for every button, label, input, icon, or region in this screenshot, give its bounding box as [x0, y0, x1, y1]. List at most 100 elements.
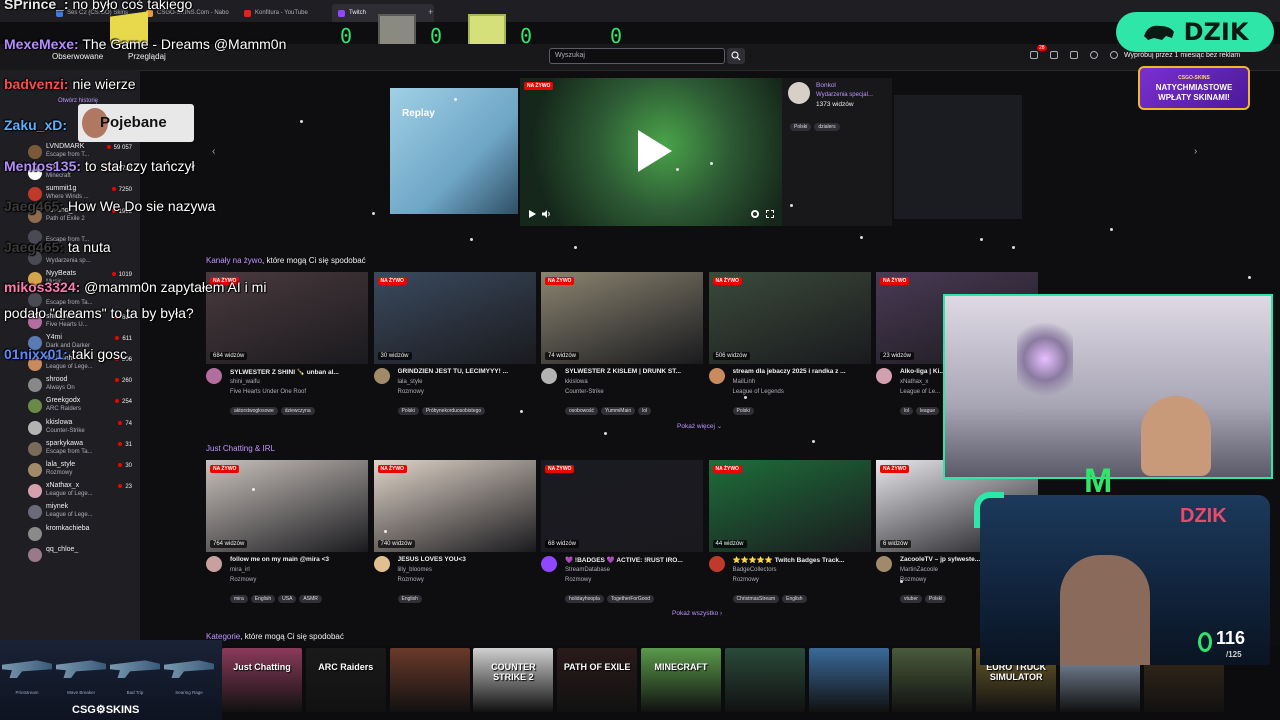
stream-tag[interactable]: YummiMain [601, 407, 636, 415]
stream-thumbnail[interactable]: NA ŻYWO 74 widzów [541, 272, 703, 364]
ad-free-promo[interactable]: Wypróbuj przez 1 miesiąc bez reklam [1124, 52, 1240, 59]
featured-stream-player[interactable]: NA ŻYWO [520, 78, 782, 226]
stream-tag[interactable]: lol [900, 407, 914, 415]
channel-avatar[interactable] [876, 368, 892, 384]
category-tile[interactable]: Just Chatting [222, 648, 302, 712]
search-input[interactable]: Wyszukaj [549, 48, 725, 64]
stream-title[interactable]: 💜 !BADGES 💜 ACTIVE: !RUST IRO... [565, 556, 701, 564]
stream-thumbnail[interactable]: NA ŻYWO 44 widzów [708, 460, 871, 552]
category-tile[interactable]: PATH OF EXILE [557, 648, 638, 712]
channel-avatar[interactable] [206, 556, 222, 572]
streamer-avatar[interactable] [788, 82, 810, 104]
settings-gear-icon[interactable] [751, 210, 759, 218]
category-tile[interactable] [892, 648, 973, 712]
channel-name[interactable]: MartinZacoole [900, 567, 938, 573]
stream-category[interactable]: Five Hearts Under One Roof [230, 389, 306, 395]
channel-name[interactable]: xNathax_x [900, 379, 928, 385]
carousel-next-icon[interactable]: › [1194, 146, 1197, 157]
stream-title[interactable]: GRINDZIEN JEST TU, LECIMYYY! ... [398, 368, 534, 375]
section-title-just-chatting[interactable]: Just Chatting & IRL [206, 444, 275, 453]
bits-icon[interactable] [1090, 51, 1098, 59]
channel-name[interactable]: lala_style [398, 379, 423, 385]
sidebar-channel[interactable]: qq_chloe_ [6, 546, 138, 568]
stream-thumbnail[interactable]: NA ŻYWO 506 widzów [708, 272, 871, 364]
channel-name[interactable]: BadgeCollectors [733, 567, 777, 573]
volume-icon[interactable] [542, 210, 551, 218]
stream-thumbnail[interactable]: NA ŻYWO 68 widzów [541, 460, 703, 552]
carousel-preview-left[interactable]: Replay [390, 88, 518, 214]
stream-tag[interactable]: TogetherForGood [606, 595, 655, 603]
channel-avatar[interactable] [373, 556, 390, 572]
stream-card[interactable]: NA ŻYWO 44 widzów ⭐⭐⭐⭐⭐ Twitch Badges Trac… [708, 460, 871, 603]
channel-avatar[interactable] [541, 556, 557, 572]
stream-title[interactable]: JESUS LOVES YOU<3 [398, 556, 534, 563]
new-tab-button[interactable]: + [428, 7, 433, 17]
stream-tag[interactable]: English [397, 595, 422, 603]
channel-avatar[interactable] [708, 368, 725, 384]
stream-tag[interactable]: league [916, 407, 940, 415]
stream-category[interactable]: League of Legends [733, 389, 784, 395]
category-tile[interactable]: COUNTER STRIKE 2 [473, 648, 554, 712]
category-tile[interactable] [724, 648, 805, 712]
stream-tag[interactable]: lol [638, 407, 652, 415]
inbox-icon[interactable] [1050, 51, 1058, 59]
channel-name[interactable]: shini_waifu [230, 379, 260, 385]
stream-tag[interactable]: ASMR [299, 595, 322, 603]
stream-title[interactable]: ⭐⭐⭐⭐⭐ Twitch Badges Track... [733, 556, 869, 564]
streamer-name[interactable]: Bonkol [816, 82, 836, 89]
stream-category[interactable]: Rozmowy [230, 577, 256, 583]
stream-tag[interactable]: mira [230, 595, 248, 603]
channel-avatar[interactable] [708, 556, 725, 572]
whispers-icon[interactable] [1030, 51, 1038, 59]
stream-title[interactable]: SYLWESTER Z SHINI 🍾 unban al... [230, 368, 366, 376]
play-small-icon[interactable] [528, 210, 536, 218]
stream-tag[interactable]: Polski [924, 595, 947, 603]
stream-tag[interactable]: dziewczyna [280, 407, 315, 415]
channel-name[interactable]: lilly_bloomes [398, 567, 432, 573]
sidebar-channel[interactable]: kkislowa Counter-Strike 74 [6, 419, 138, 441]
stream-category[interactable]: League of Le... [900, 389, 940, 395]
stream-tag[interactable]: osobowość [565, 407, 599, 415]
search-button[interactable] [727, 48, 745, 64]
category-tile[interactable] [808, 648, 889, 712]
fullscreen-icon[interactable] [766, 210, 774, 218]
stream-card[interactable]: NA ŻYWO 74 widzów SYLWESTER Z KIŚLEM | DRU… [541, 272, 703, 415]
nav-browse[interactable]: Przeglądaj [128, 52, 166, 61]
stream-category[interactable]: Rozmowy [733, 577, 759, 583]
sidebar-channel[interactable]: miynek League of Lege... [6, 503, 138, 525]
stream-card[interactable]: NA ŻYWO 764 widzów follow me on my main @m… [206, 460, 368, 603]
sidebar-channel[interactable]: xNathax_x League of Lege... 23 [6, 482, 138, 504]
notifications-icon[interactable] [1110, 51, 1118, 59]
stream-title[interactable]: SYLWESTER Z KIŚLEM | DRUNK ST... [565, 368, 701, 375]
category-tile[interactable]: ARC Raiders [305, 648, 386, 712]
stream-title[interactable]: follow me on my main @mira <3 [230, 556, 366, 563]
stream-category[interactable]: Counter-Strike [565, 389, 604, 395]
show-all-link[interactable]: Pokaż wszystko › [672, 610, 722, 617]
stream-thumbnail[interactable]: NA ŻYWO 30 widzów [373, 272, 536, 364]
channel-avatar[interactable] [541, 368, 557, 384]
stream-card[interactable]: NA ŻYWO 506 widzów stream dla jebaczy 2025… [708, 272, 871, 415]
carousel-prev-icon[interactable]: ‹ [212, 146, 215, 157]
sidebar-channel[interactable]: Greekgodx ARC Raiders 254 [6, 397, 138, 419]
play-icon[interactable] [634, 128, 674, 174]
channel-name[interactable]: mira_irl [230, 567, 250, 573]
stream-tag[interactable]: aktorstwoglosowe [230, 407, 278, 415]
stream-title[interactable]: stream dla jebaczy 2025 i randka z ... [733, 368, 869, 375]
channel-name[interactable]: MaiILinh [733, 379, 756, 385]
stream-tag[interactable]: ChristmasStream [732, 595, 780, 603]
stream-tag[interactable]: USA [278, 595, 297, 603]
category-tile[interactable] [389, 648, 470, 712]
stream-category[interactable]: Rozmowy [398, 389, 424, 395]
category-tile[interactable]: MINECRAFT [641, 648, 721, 712]
stream-tag[interactable]: Polski [732, 407, 754, 415]
carousel-preview-right[interactable] [894, 95, 1022, 219]
stream-tag[interactable]: Polski [790, 123, 812, 131]
stream-tag[interactable]: Próbynekorduosobistego [421, 407, 486, 415]
channel-avatar[interactable] [876, 556, 892, 572]
channel-avatar[interactable] [206, 368, 222, 384]
stream-card[interactable]: NA ŻYWO 740 widzów JESUS LOVES YOU<3 lilly_… [373, 460, 536, 603]
stream-tag[interactable]: Polski [397, 407, 419, 415]
show-more-link[interactable]: Pokaż więcej ⌄ [677, 422, 722, 430]
sidebar-channel[interactable]: shrood Always On 260 [6, 376, 138, 398]
sidebar-channel[interactable]: sparkykawa Escape from Ta... 31 [6, 440, 138, 462]
